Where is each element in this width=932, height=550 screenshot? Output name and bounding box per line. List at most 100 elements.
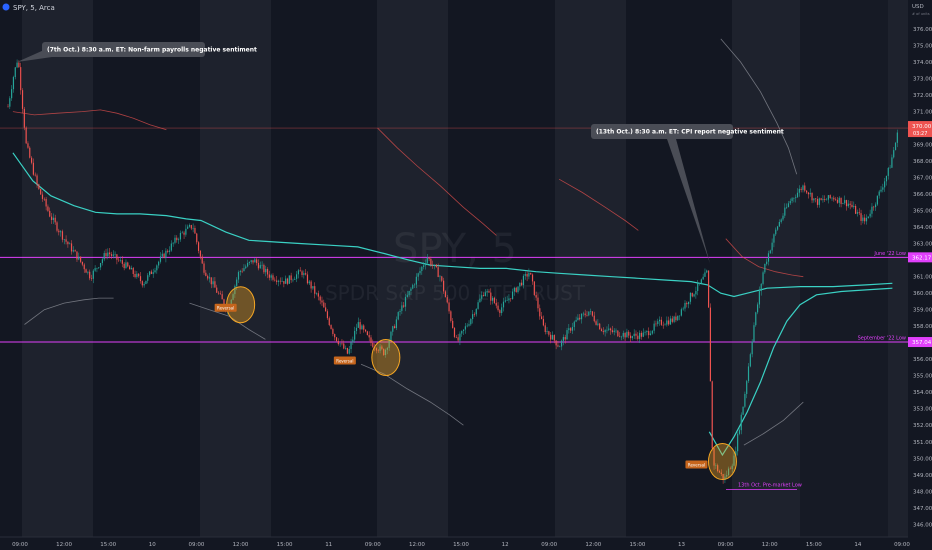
- time-tick-label: 12: [502, 542, 509, 548]
- candle-body: [584, 313, 586, 316]
- candle-body: [81, 261, 84, 265]
- candle-body: [348, 349, 350, 354]
- candle-body: [855, 206, 857, 214]
- candle-body: [771, 242, 773, 251]
- candle-body: [441, 276, 443, 281]
- candle-body: [150, 271, 152, 274]
- candle-body: [835, 199, 837, 200]
- candle-body: [136, 273, 138, 277]
- candle-body: [268, 274, 270, 278]
- candle-body: [758, 291, 761, 305]
- candle-body: [686, 302, 688, 305]
- candle-body: [285, 278, 287, 284]
- candle-body: [764, 263, 766, 273]
- candle-body: [495, 302, 497, 306]
- candle-body: [246, 262, 249, 267]
- candle-body: [119, 260, 122, 261]
- price-tick-label: 374.00: [913, 60, 932, 66]
- candle-body: [208, 277, 211, 279]
- candle-body: [530, 272, 532, 275]
- candle-body: [80, 256, 82, 262]
- price-tick-label: 376.00: [913, 27, 932, 33]
- candle-body: [833, 197, 835, 200]
- candle-body: [889, 167, 891, 169]
- price-tick-label: 350.00: [913, 456, 932, 462]
- candle-body: [274, 279, 276, 281]
- time-tick-label: 12:00: [585, 542, 601, 548]
- candle-body: [466, 325, 468, 327]
- candle-body: [395, 319, 398, 329]
- candle-body: [838, 197, 840, 203]
- candle-body: [141, 281, 143, 286]
- candle-body: [887, 168, 889, 176]
- time-tick-label: 15:00: [100, 542, 116, 548]
- candle-body: [45, 198, 47, 207]
- candle-body: [330, 325, 332, 329]
- session-band: [22, 0, 93, 537]
- candle-body: [744, 393, 746, 407]
- candle-body: [541, 316, 543, 319]
- candle-body: [858, 212, 860, 214]
- chart[interactable]: SPY, 5 SPDR S&P 500 ETF TRUST June '22 L…: [0, 0, 932, 550]
- candle-body: [611, 330, 613, 333]
- candle-body: [448, 302, 450, 312]
- candle-body: [571, 326, 574, 331]
- candle-body: [392, 326, 394, 332]
- candle-body: [297, 270, 299, 275]
- candle-body: [666, 320, 668, 325]
- candle-body: [125, 262, 127, 269]
- candle-body: [393, 326, 396, 329]
- candle-body: [259, 265, 261, 269]
- candle-body: [408, 290, 410, 296]
- candle-body: [658, 319, 661, 322]
- candle-body: [497, 305, 499, 311]
- candle-body: [301, 271, 303, 275]
- candle-body: [453, 327, 456, 337]
- candle-body: [134, 274, 136, 277]
- time-tick-label: 09:00: [541, 542, 557, 548]
- candle-body: [306, 274, 309, 284]
- candle-body: [87, 271, 89, 273]
- candle-body: [815, 198, 817, 200]
- candle-body: [303, 273, 305, 275]
- candle-body: [419, 270, 421, 274]
- time-tick-label: 09:00: [188, 542, 204, 548]
- candle-body: [657, 321, 659, 324]
- candle-body: [14, 67, 16, 78]
- candle-body: [439, 276, 441, 278]
- candle-body: [562, 337, 564, 341]
- candle-body: [502, 301, 505, 308]
- candle-body: [421, 266, 423, 271]
- price-tick-label: 373.00: [913, 77, 932, 83]
- candle-body: [201, 256, 203, 264]
- candle-body: [479, 298, 481, 303]
- candle-body: [473, 314, 476, 315]
- candle-body: [446, 297, 448, 303]
- price-tick-label: 364.00: [913, 225, 932, 231]
- candle-body: [21, 90, 24, 109]
- price-axis[interactable]: USD # of units 346.00 347.00 348.00 349.00 3…: [908, 0, 932, 537]
- candle-body: [528, 272, 530, 277]
- candle-body: [593, 315, 595, 322]
- candle-body: [769, 250, 771, 254]
- candle-body: [894, 142, 897, 151]
- candle-body: [671, 318, 673, 322]
- candle-body: [775, 229, 777, 235]
- candle-body: [328, 318, 330, 326]
- annotation-cpi: (13th Oct.) 8:30 a.m. ET: CPI report neg…: [596, 129, 784, 136]
- candle-body: [334, 334, 336, 338]
- candle-body: [12, 77, 15, 90]
- time-tick-label: 09:00: [718, 542, 734, 548]
- candle-body: [105, 253, 107, 257]
- candle-body: [319, 296, 321, 301]
- candle-body: [816, 199, 819, 205]
- candle-body: [372, 342, 374, 348]
- candle-body: [885, 175, 888, 182]
- candle-body: [399, 310, 401, 313]
- candle-body: [508, 298, 510, 301]
- candle-body: [619, 336, 621, 337]
- time-axis[interactable]: 09:00 12:00 15:00 10 09:00 12:00 15:00 11 09:00 1…: [0, 536, 932, 550]
- candle-body: [250, 260, 252, 262]
- candle-body: [203, 263, 205, 273]
- candle-body: [457, 337, 459, 341]
